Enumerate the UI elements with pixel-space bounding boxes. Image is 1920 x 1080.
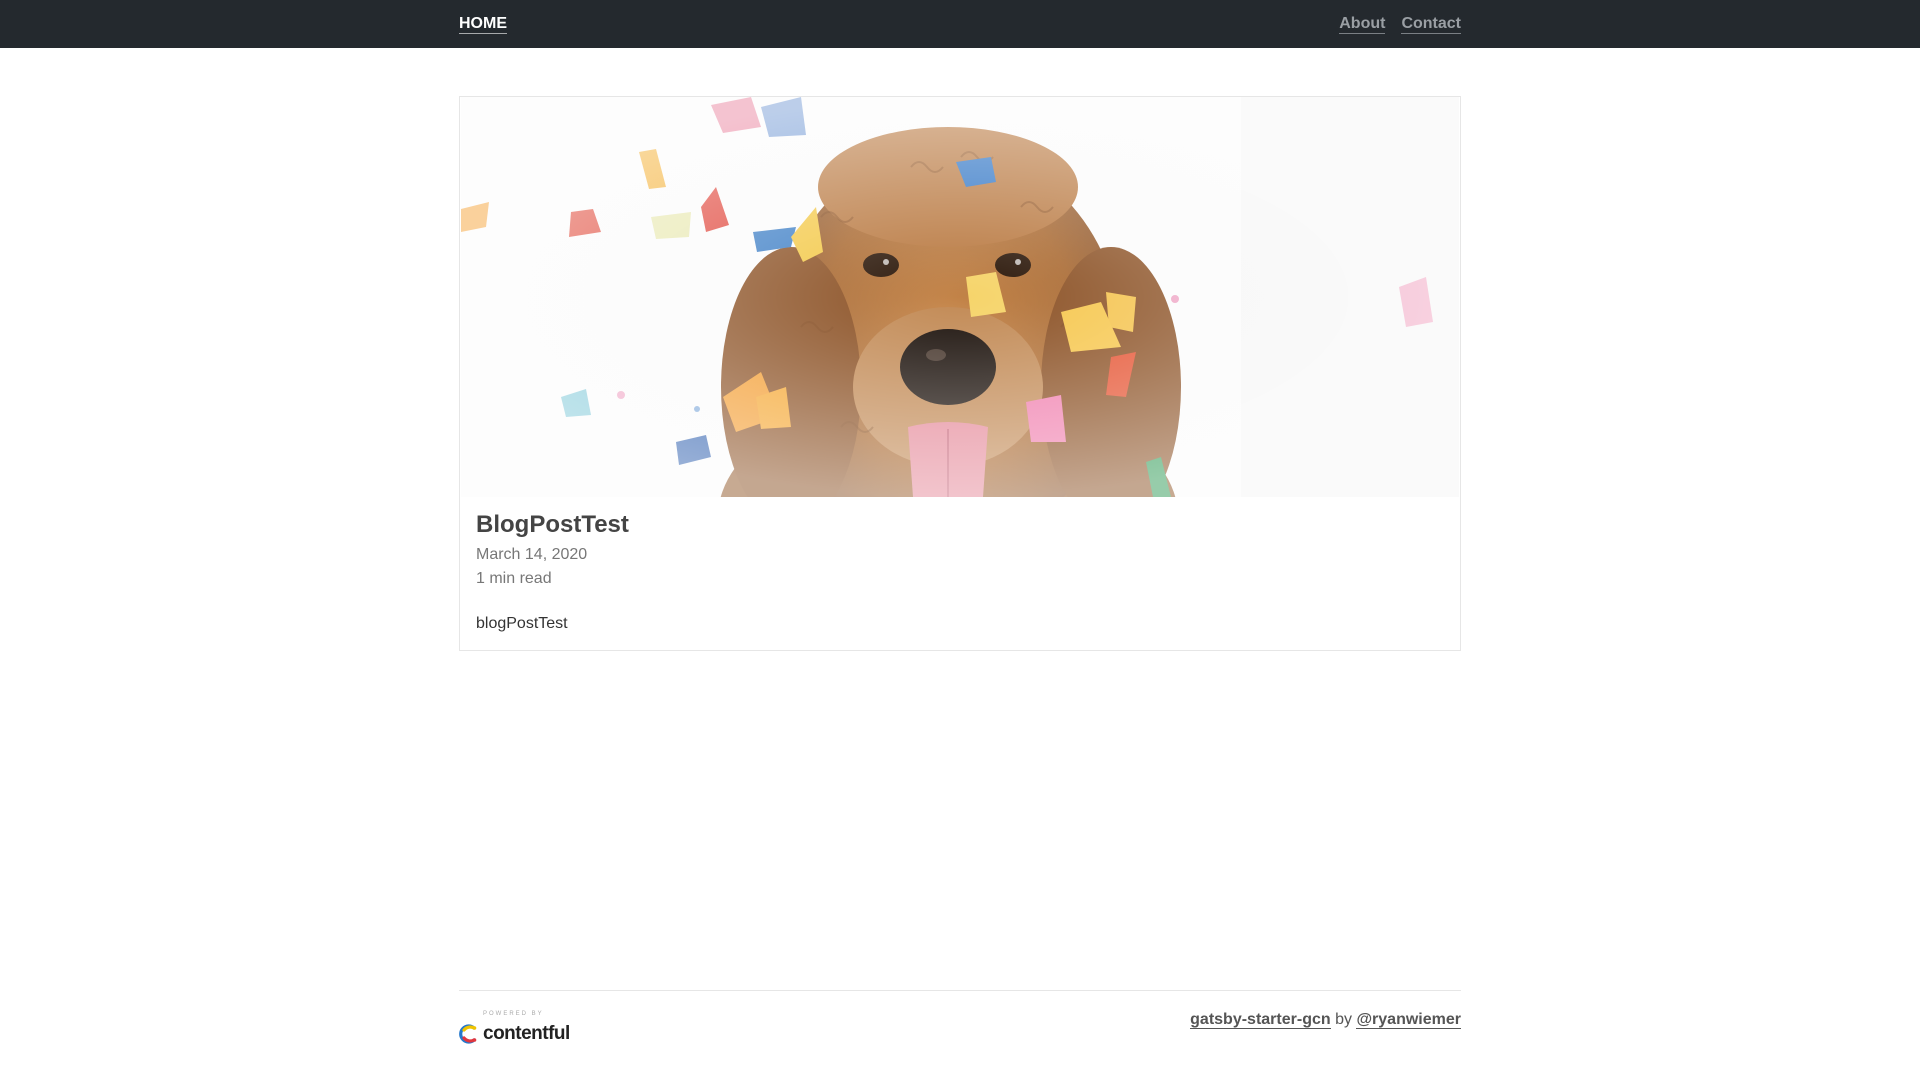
top-navigation-inner: HOME About Contact (459, 0, 1461, 48)
contentful-c-icon (459, 1024, 477, 1044)
contentful-wordmark: contentful (483, 1023, 570, 1044)
page-footer: POWERED BY contentful gatsby-starter-gcn… (459, 990, 1461, 1050)
nav-contact-link[interactable]: Contact (1401, 15, 1461, 34)
blog-post-card[interactable]: BlogPostTest March 14, 2020 1 min read b… (459, 96, 1461, 651)
post-hero-image[interactable] (461, 97, 1459, 497)
ryanwiemer-link[interactable]: @ryanwiemer (1356, 1011, 1461, 1029)
gatsby-starter-gcn-link[interactable]: gatsby-starter-gcn (1190, 1011, 1331, 1029)
post-excerpt: blogPostTest (476, 615, 568, 632)
powered-by-label: POWERED BY (483, 1011, 544, 1017)
powered-by-contentful-badge[interactable]: POWERED BY contentful (459, 1011, 570, 1047)
nav-right-links: About Contact (1339, 15, 1461, 34)
post-date: March 14, 2020 (476, 546, 588, 563)
dog-confetti-image (461, 97, 1459, 497)
post-title[interactable]: BlogPostTest (476, 510, 1436, 540)
contentful-logo: contentful (459, 1023, 570, 1045)
footer-credits: gatsby-starter-gcn by @ryanwiemer (1190, 1011, 1461, 1029)
credit-by-text: by (1335, 1011, 1352, 1028)
post-details: BlogPostTest March 14, 2020 1 min read b… (476, 510, 1436, 633)
nav-about-link[interactable]: About (1339, 15, 1386, 34)
post-read-time: 1 min read (476, 570, 552, 587)
top-navigation-bar: HOME About Contact (0, 0, 1920, 48)
nav-home-link[interactable]: HOME (459, 15, 507, 34)
